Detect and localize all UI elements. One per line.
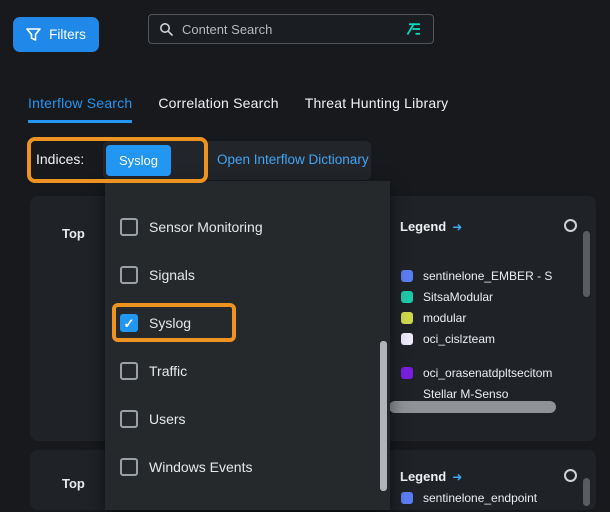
indices-selected-button[interactable]: Syslog bbox=[106, 145, 171, 176]
legend-item-label: sentinelone_endpoint bbox=[423, 491, 537, 505]
index-option-label: Syslog bbox=[149, 315, 191, 331]
open-interflow-dictionary-link[interactable]: Open Interflow Dictionary bbox=[217, 152, 369, 167]
tab-label: Interflow Search bbox=[28, 95, 132, 111]
index-option[interactable]: Signals bbox=[105, 251, 390, 299]
legend-item[interactable]: oci_orasenatdpltsecitom bbox=[401, 366, 583, 379]
legend-list: sentinelone_EMBER - S SitsaModular modul… bbox=[401, 245, 583, 408]
filters-button[interactable]: Filters bbox=[13, 17, 99, 52]
dropdown-vertical-scrollbar[interactable] bbox=[380, 341, 387, 491]
legend-item[interactable]: modular bbox=[401, 311, 583, 324]
search-tabs: Interflow Search Correlation Search Thre… bbox=[28, 95, 448, 123]
legend-item[interactable]: Stellar M-Senso bbox=[401, 387, 583, 400]
tab-label: Threat Hunting Library bbox=[305, 95, 449, 111]
legend-expand-arrow-icon[interactable]: ➜ bbox=[452, 220, 462, 234]
index-option[interactable]: Windows Events bbox=[105, 443, 390, 491]
chart-horizontal-scrollbar[interactable] bbox=[389, 401, 556, 413]
legend-title: Legend bbox=[400, 469, 446, 484]
index-checkbox[interactable] bbox=[120, 314, 138, 332]
legend-list: sentinelone_endpoint bbox=[401, 491, 583, 512]
index-option-label: Signals bbox=[149, 267, 195, 283]
index-option-label: Users bbox=[149, 411, 186, 427]
legend-color-chip bbox=[401, 312, 413, 324]
legend-item[interactable]: SitsaModular bbox=[401, 290, 583, 303]
legend-item-label: modular bbox=[423, 311, 466, 325]
index-option-label: Windows Events bbox=[149, 459, 252, 475]
legend-item-label: SitsaModular bbox=[423, 290, 493, 304]
index-checkbox[interactable] bbox=[120, 458, 138, 476]
legend-color-chip bbox=[401, 492, 413, 504]
index-checkbox[interactable] bbox=[120, 362, 138, 380]
legend-item-label: Stellar M-Senso bbox=[423, 387, 508, 401]
index-option[interactable]: Traffic bbox=[105, 347, 390, 395]
legend-vertical-scrollbar[interactable] bbox=[583, 478, 590, 506]
legend-loading-circle-icon bbox=[564, 469, 577, 482]
tab[interactable]: Correlation Search bbox=[158, 95, 278, 123]
legend-color-chip bbox=[401, 388, 413, 400]
legend-color-chip bbox=[401, 270, 413, 282]
legend-vertical-scrollbar[interactable] bbox=[583, 231, 590, 297]
search-icon bbox=[159, 22, 173, 36]
legend-expand-arrow-icon[interactable]: ➜ bbox=[452, 470, 462, 484]
filter-funnel-icon bbox=[26, 28, 41, 42]
content-search-input[interactable] bbox=[180, 21, 397, 38]
tab-label: Correlation Search bbox=[158, 95, 278, 111]
tab[interactable]: Interflow Search bbox=[28, 95, 132, 123]
filters-button-label: Filters bbox=[49, 27, 86, 42]
legend-color-chip bbox=[401, 291, 413, 303]
content-search-box[interactable] bbox=[148, 14, 434, 44]
legend-item-label: oci_cislzteam bbox=[423, 332, 495, 346]
index-option[interactable]: Sensor Monitoring bbox=[105, 203, 390, 251]
top-label: Top bbox=[62, 226, 85, 241]
legend-item[interactable]: oci_cislzteam bbox=[401, 332, 583, 345]
legend-loading-circle-icon bbox=[564, 219, 577, 232]
interflow-query-icon[interactable] bbox=[404, 22, 423, 36]
indices-dropdown: Sensor Monitoring Signals Syslog Traffic… bbox=[105, 181, 390, 510]
index-option[interactable]: Syslog bbox=[105, 299, 390, 347]
index-option[interactable]: Users bbox=[105, 395, 390, 443]
index-checkbox[interactable] bbox=[120, 218, 138, 236]
index-checkbox[interactable] bbox=[120, 266, 138, 284]
legend-item[interactable]: sentinelone_EMBER - S bbox=[401, 269, 583, 282]
legend-color-chip bbox=[401, 333, 413, 345]
legend-item[interactable]: sentinelone_endpoint bbox=[401, 491, 583, 504]
index-checkbox[interactable] bbox=[120, 410, 138, 428]
legend-title: Legend bbox=[400, 219, 446, 234]
top-label: Top bbox=[62, 476, 85, 491]
legend-header: Legend ➜ bbox=[400, 219, 462, 234]
tab[interactable]: Threat Hunting Library bbox=[305, 95, 449, 123]
legend-item-label: oci_orasenatdpltsecitom bbox=[423, 366, 552, 380]
legend-color-chip bbox=[401, 367, 413, 379]
indices-label: Indices: bbox=[36, 151, 84, 167]
legend-item-label: sentinelone_EMBER - S bbox=[423, 269, 552, 283]
legend-header: Legend ➜ bbox=[400, 469, 462, 484]
indices-dropdown-list: Sensor Monitoring Signals Syslog Traffic… bbox=[105, 203, 390, 491]
index-option-label: Sensor Monitoring bbox=[149, 219, 263, 235]
index-option-label: Traffic bbox=[149, 363, 187, 379]
